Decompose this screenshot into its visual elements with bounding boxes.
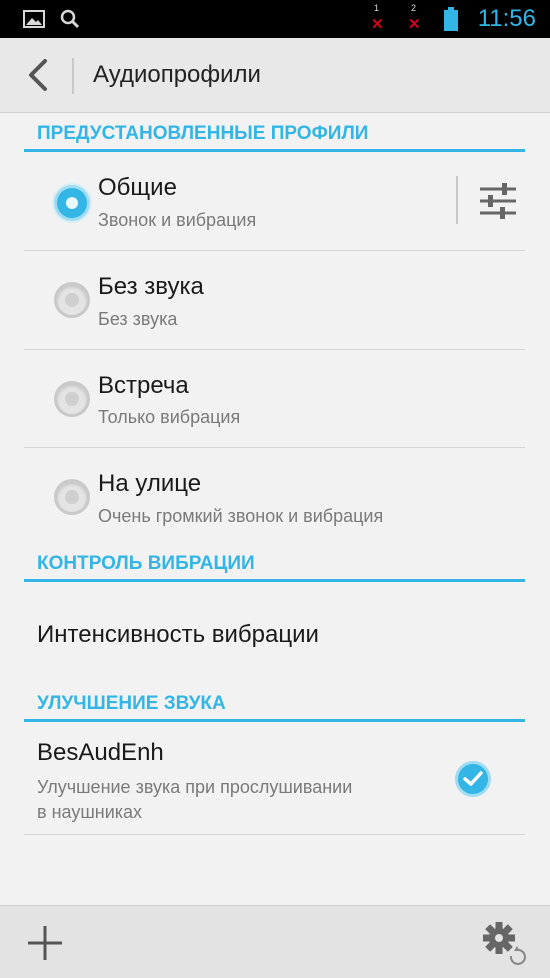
vibration-intensity-row[interactable]: Интенсивность вибрации (24, 582, 525, 682)
reset-settings-button[interactable] (478, 918, 530, 968)
bottom-bar (0, 905, 550, 978)
chevron-left-icon (29, 59, 47, 91)
besaudenh-row[interactable]: BesAudEnh Улучшение звука при прослушива… (24, 722, 525, 835)
page-title: Аудиопрофили (93, 61, 261, 88)
radio-button[interactable] (54, 381, 90, 417)
radio-button-selected[interactable] (54, 185, 90, 221)
vibration-intensity-label: Интенсивность вибрации (37, 621, 319, 648)
action-bar-divider (72, 58, 74, 94)
equalizer-icon (480, 183, 516, 219)
action-bar: Аудиопрофили (0, 38, 550, 113)
check-icon (463, 771, 483, 786)
besaudenh-subtitle-line2: в наушниках (37, 802, 143, 822)
profile-row-meeting[interactable]: Встреча Только вибрация (24, 350, 525, 448)
profile-title: Без звука (98, 273, 204, 300)
section-header-label: УЛУЧШЕНИЕ ЗВУКА (37, 693, 226, 714)
profile-title: Встреча (98, 372, 189, 399)
profile-subtitle: Только вибрация (98, 407, 241, 427)
gear-reset-icon (483, 922, 526, 965)
row-divider (456, 176, 458, 224)
profile-settings-button[interactable] (469, 176, 527, 226)
gallery-icon (22, 0, 46, 38)
sim2-no-signal-icon: 2 ✕ (408, 3, 421, 33)
profile-title: На улице (98, 470, 202, 497)
plus-icon (28, 926, 62, 960)
section-header-preset-profiles: ПРЕДУСТАНОВЛЕННЫЕ ПРОФИЛИ (24, 113, 525, 152)
status-bar: 1 ✕ 2 ✕ 11:56 (0, 0, 550, 38)
section-header-vibration-control: КОНТРОЛЬ ВИБРАЦИИ (24, 543, 525, 582)
besaudenh-title: BesAudEnh (37, 739, 164, 766)
section-header-sound-enhancement: УЛУЧШЕНИЕ ЗВУКА (24, 683, 525, 722)
radio-button[interactable] (54, 282, 90, 318)
radio-button[interactable] (54, 479, 90, 515)
besaudenh-subtitle-line1: Улучшение звука при прослушивании (37, 777, 353, 797)
profile-row-silent[interactable]: Без звука Без звука (24, 251, 525, 350)
section-header-label: КОНТРОЛЬ ВИБРАЦИИ (37, 553, 255, 574)
search-icon (58, 0, 82, 38)
battery-icon (441, 0, 461, 38)
profile-title: Общие (98, 174, 177, 201)
add-profile-button[interactable] (20, 920, 70, 966)
sim1-no-signal-icon: 1 ✕ (371, 3, 384, 33)
profile-subtitle: Очень громкий звонок и вибрация (98, 506, 384, 526)
profile-row-general[interactable]: Общие Звонок и вибрация (24, 152, 525, 251)
profile-subtitle: Звонок и вибрация (98, 210, 257, 230)
besaudenh-checkbox[interactable] (455, 761, 491, 797)
profile-row-outdoor[interactable]: На улице Очень громкий звонок и вибрация (24, 448, 525, 548)
section-header-label: ПРЕДУСТАНОВЛЕННЫЕ ПРОФИЛИ (37, 123, 369, 144)
back-button[interactable] (18, 54, 58, 96)
status-time: 11:56 (477, 5, 536, 32)
profile-subtitle: Без звука (98, 309, 178, 329)
